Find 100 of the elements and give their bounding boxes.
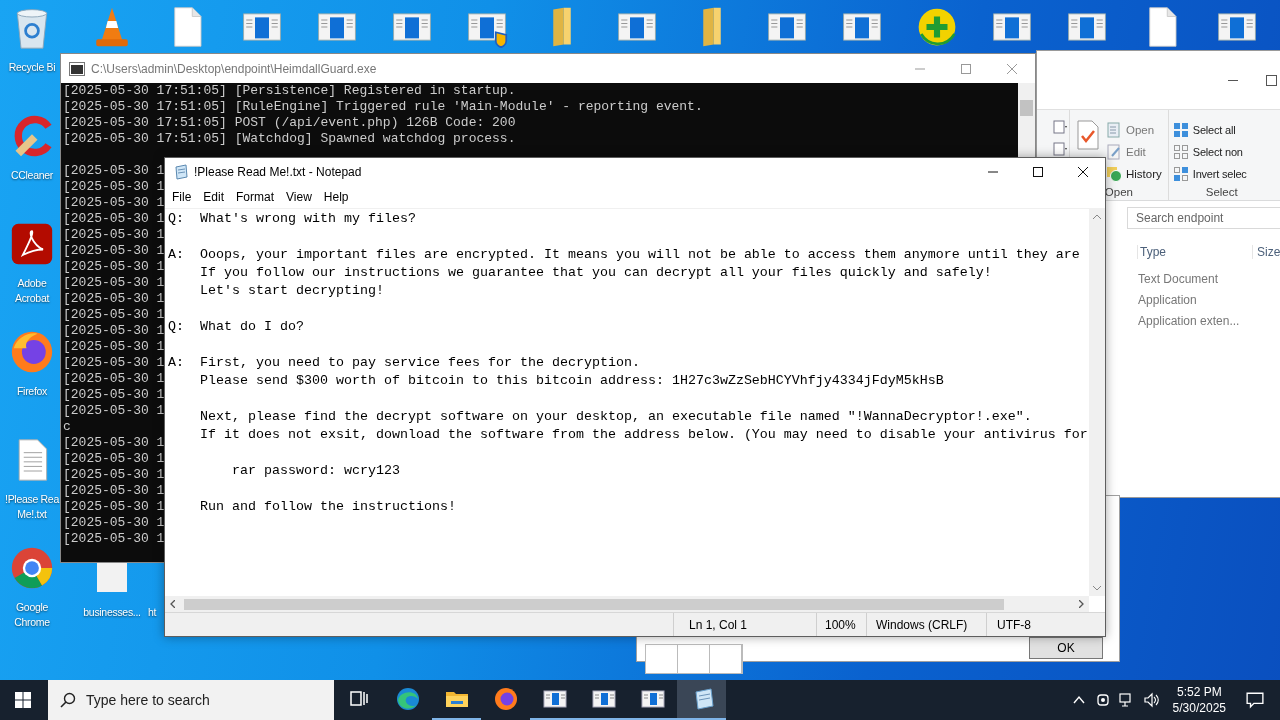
icon-label: Me!.txt xyxy=(17,507,47,522)
icon-label: Google xyxy=(15,600,49,615)
console-line: c xyxy=(63,419,71,435)
console-icon xyxy=(69,61,85,76)
ribbon-button[interactable]: Invert selec xyxy=(1172,164,1247,183)
console-line: [2025-05-30 1 xyxy=(63,323,165,339)
select-all-icon xyxy=(1172,121,1189,138)
taskbar-button[interactable] xyxy=(677,680,726,720)
paste-icon[interactable] xyxy=(1053,120,1067,134)
icon-label: !Please Rea xyxy=(5,492,59,507)
ribbon-button[interactable]: Edit xyxy=(1106,142,1162,161)
icon-label: Adobe xyxy=(17,276,47,291)
notification-icon[interactable] xyxy=(1246,691,1264,709)
console-line: [2025-05-30 1 xyxy=(63,227,165,243)
menu-item[interactable]: View xyxy=(280,190,318,204)
console-line: [2025-05-30 1 xyxy=(63,243,165,259)
console-line: [2025-05-30 1 xyxy=(63,387,165,403)
console-line: [2025-05-30 1 xyxy=(63,371,165,387)
icon-label: Acrobat xyxy=(14,291,50,306)
document-app-icon[interactable] xyxy=(10,222,54,266)
group-label: Open xyxy=(1104,186,1133,198)
column-header[interactable]: Size xyxy=(1252,245,1280,259)
menu-item[interactable]: File xyxy=(166,190,198,204)
properties-icon[interactable] xyxy=(1076,120,1100,150)
icon-label: Chrome xyxy=(14,615,50,630)
plus-icon[interactable] xyxy=(916,6,958,48)
line-label: Q: xyxy=(168,318,185,336)
console-line: [2025-05-30 1 xyxy=(63,291,165,307)
console-line: [2025-05-30 1 xyxy=(63,259,165,275)
menu-item[interactable]: Format xyxy=(230,190,281,204)
minimize-button[interactable] xyxy=(1228,79,1238,81)
select-none-icon xyxy=(1172,143,1189,160)
table-cell-text: Text Document xyxy=(1137,271,1220,288)
browser-icon xyxy=(395,687,420,711)
console-line: [2025-05-30 1 xyxy=(63,435,165,451)
group-label: Select xyxy=(1204,186,1238,198)
speaker-icon[interactable] xyxy=(1142,692,1159,708)
scrollbar[interactable] xyxy=(1089,209,1105,596)
arrow-left-icon[interactable] xyxy=(170,600,175,608)
console-line: [2025-05-30 1 xyxy=(63,307,165,323)
app-window-icon xyxy=(542,687,567,711)
menu-item[interactable]: Help xyxy=(317,190,355,204)
icon-label: CCleaner xyxy=(11,168,53,183)
column-header[interactable]: Type xyxy=(1137,245,1252,259)
arrow-down-icon[interactable] xyxy=(1093,586,1101,591)
console-line: [2025-05-30 1 xyxy=(63,531,165,547)
console-line: [2025-05-30 1 xyxy=(63,195,165,211)
ribbon-button[interactable]: Open xyxy=(1106,120,1162,139)
search-field[interactable]: Search endpoint xyxy=(1127,207,1280,229)
text-line: rar password: wcry123 xyxy=(231,462,400,480)
console-line: [2025-05-30 1 xyxy=(63,515,165,531)
table-cell-text: Application xyxy=(1137,292,1198,309)
arrow-right-icon[interactable] xyxy=(1079,600,1084,608)
invert-selection-icon xyxy=(1172,165,1189,182)
scrollbar[interactable] xyxy=(165,596,1089,612)
maximize-button[interactable] xyxy=(1266,74,1277,86)
app-window-icon xyxy=(591,687,616,711)
status-text: Windows (CRLF) xyxy=(866,613,986,636)
console-line: [2025-05-30 1 xyxy=(63,499,165,515)
menu-item[interactable]: Edit xyxy=(197,190,231,204)
browser-icon xyxy=(493,687,518,711)
console-line: [2025-05-30 1 xyxy=(63,163,165,179)
console-line: [2025-05-30 1 xyxy=(63,451,165,467)
console-line: [2025-05-30 1 xyxy=(63,483,165,499)
browser-icon[interactable] xyxy=(10,330,54,374)
console-line: [2025-05-30 17:51:05] POST (/api/event.php) 126B Code: 200 xyxy=(63,115,516,131)
icon-label: Recycle Bi xyxy=(8,60,56,75)
search-icon xyxy=(60,692,76,708)
ribbon-button[interactable]: Select all xyxy=(1172,120,1247,139)
text-line: What's wrong with my files? xyxy=(200,210,416,228)
status-text: 100% xyxy=(816,613,866,636)
console-line: [2025-05-30 17:51:05] [Watchdog] Spawned watchdog process. xyxy=(63,131,516,147)
console-line: [2025-05-30 1 xyxy=(63,339,165,355)
console-line: [2025-05-30 1 xyxy=(63,403,165,419)
search-field[interactable]: Type here to search xyxy=(48,680,334,720)
text-line: If it does not exsit, download the software from the address below. (You may need to disable your antivirus for xyxy=(200,426,1088,444)
close-button[interactable] xyxy=(1077,167,1088,177)
line-label: Q: xyxy=(168,210,185,228)
ribbon-button[interactable]: History xyxy=(1106,164,1162,183)
blank-file-icon[interactable] xyxy=(97,562,127,592)
console-line: [2025-05-30 1 xyxy=(63,179,165,195)
device-icon[interactable] xyxy=(1094,692,1111,708)
text-line: Ooops, your important files are encrypted. It means you will not be able to access them anymore until they are xyxy=(200,246,1080,264)
arrow-up-icon[interactable] xyxy=(1093,214,1101,219)
table-cell-text: Application exten... xyxy=(1137,313,1241,330)
app-window-icon xyxy=(640,687,665,711)
text-line: Next, please find the decrypt software on your desktop, an executable file named "!WannaDecryptor!.exe". xyxy=(200,408,1033,426)
maximize-button[interactable] xyxy=(1032,167,1043,177)
ok-button[interactable]: OK xyxy=(1029,637,1103,659)
ribbon-button[interactable]: Select non xyxy=(1172,142,1247,161)
text-line: Run and follow the instructions! xyxy=(200,498,456,516)
clock-date[interactable]: 5/30/2025 xyxy=(1172,700,1226,716)
paste-icon[interactable] xyxy=(1053,142,1067,156)
line-label: A: xyxy=(168,354,185,372)
windows-start-icon[interactable] xyxy=(15,692,31,708)
window-title: C:\Users\admin\Desktop\endpoint\HeimdallGuard.exe xyxy=(91,61,378,76)
console-line: [2025-05-30 1 xyxy=(63,355,165,371)
clock-time[interactable]: 5:52 PM xyxy=(1176,684,1222,700)
browser-icon[interactable] xyxy=(10,546,54,590)
text-line: Please send $300 worth of bitcoin to this bitcoin address: 1H27c3wZzSebHCYVhfjy4334jFdyM5kHsB xyxy=(200,372,944,390)
